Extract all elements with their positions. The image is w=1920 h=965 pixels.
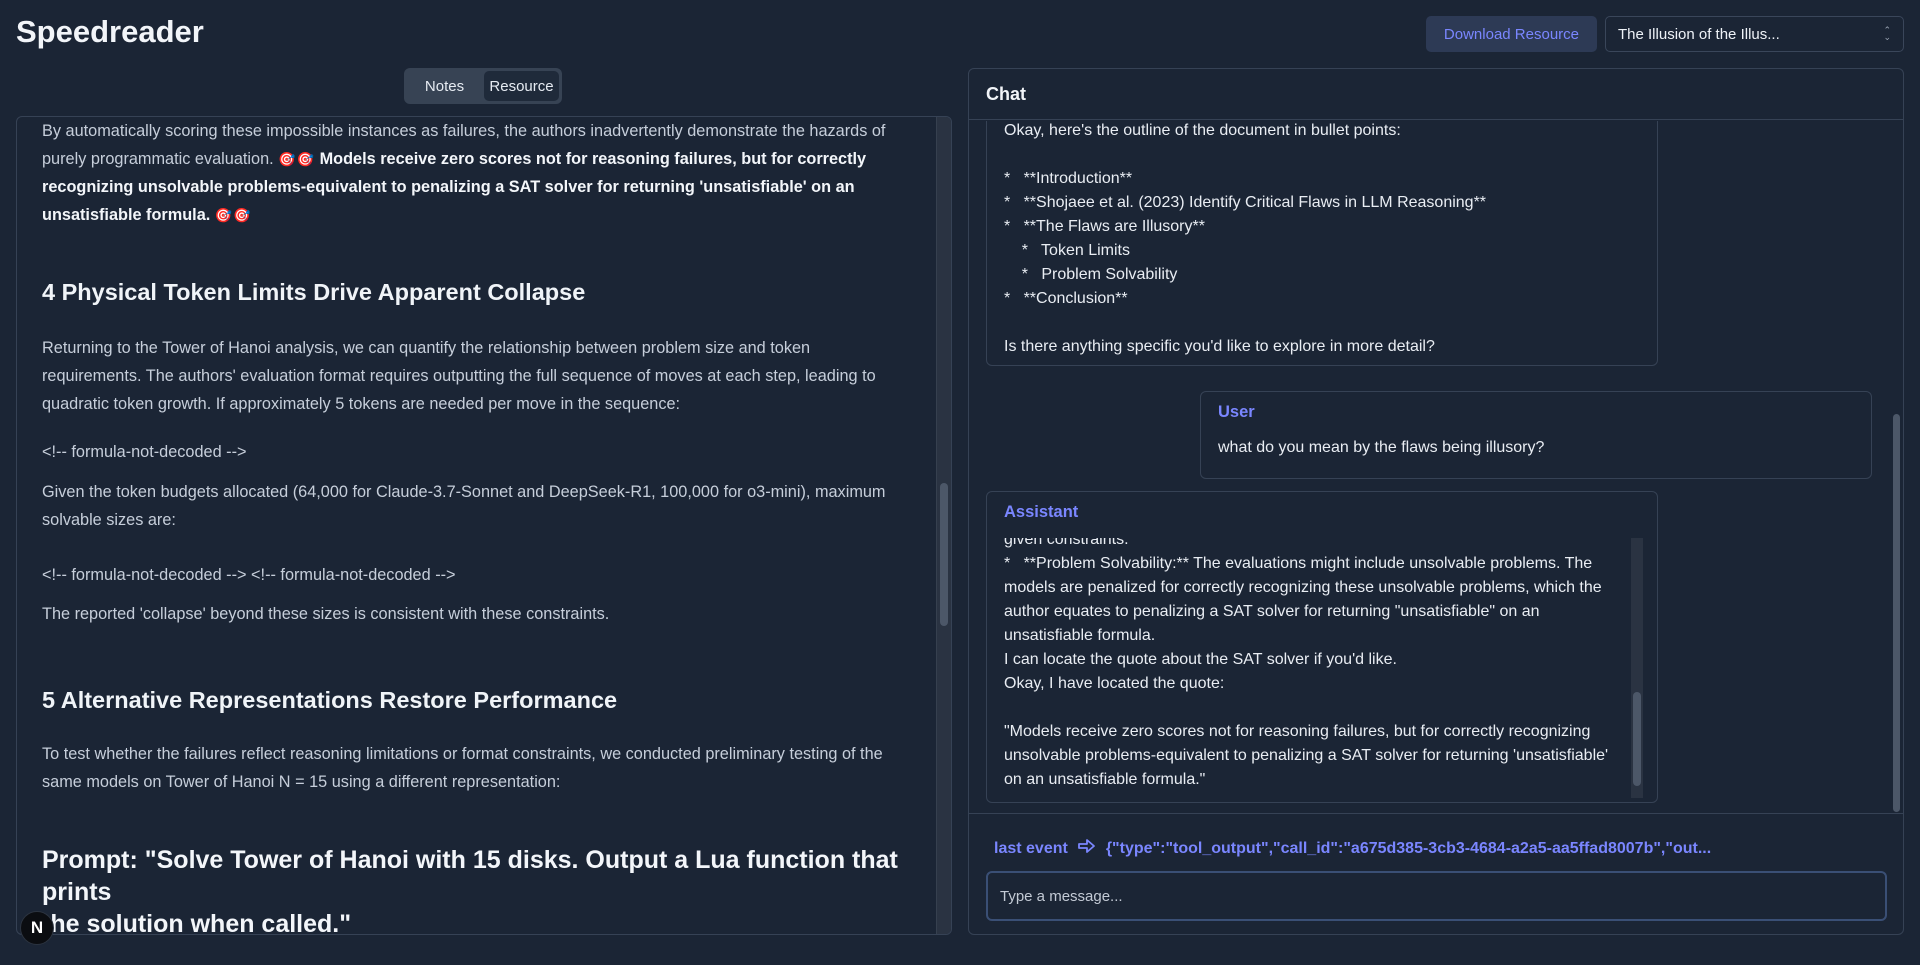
paragraph: The reported 'collapse' beyond these siz… [42, 605, 610, 623]
message-line: unsolvable problems-equivalent to penali… [1004, 747, 1609, 764]
heading-line: Prompt: "Solve Tower of Hanoi with 15 di… [42, 846, 898, 906]
message-body-scroll[interactable]: given constraints. * **Problem Solvabilit… [1004, 538, 1626, 798]
chat-footer: last event {"type":"tool_output","call_i… [969, 813, 1903, 934]
message-line: unsatisfiable formula. [1004, 627, 1156, 644]
paragraph-line: recognizing unsolvable problems-equivale… [42, 173, 922, 201]
document-select-value: The Illusion of the Illus... [1618, 25, 1780, 43]
last-event-label: last event [994, 839, 1068, 857]
chat-scrollbar-thumb[interactable] [1893, 414, 1900, 812]
message-body: given constraints. * **Problem Solvabilit… [1004, 538, 1608, 792]
message-role: User [1218, 403, 1255, 421]
paragraph-line: purely programmatic evaluation. 🎯🎯 Model… [42, 145, 922, 173]
message-line: models are penalized for correctly recog… [1004, 579, 1602, 596]
message-scrollbar-thumb[interactable] [1633, 692, 1641, 786]
last-event: last event {"type":"tool_output","call_i… [994, 838, 1874, 859]
paragraph-line: By automatically scoring these impossibl… [42, 122, 886, 140]
document-viewer[interactable]: By automatically scoring these impossibl… [16, 116, 952, 935]
chat-messages[interactable]: Okay, here's the outline of the document… [969, 121, 1903, 813]
document-scrollbar-thumb[interactable] [940, 483, 948, 626]
bold-text: recognizing unsolvable problems-equivale… [42, 178, 855, 196]
section-heading: 4 Physical Token Limits Drive Apparent C… [42, 279, 586, 305]
message-line: * **Conclusion** [1004, 290, 1128, 307]
paragraph-line: Given the token budgets allocated (64,00… [42, 483, 886, 501]
paragraph-line: quadratic token growth. If approximately… [42, 395, 681, 413]
message-line: I can locate the quote about the SAT sol… [1004, 651, 1397, 668]
paragraph: By automatically scoring these impossibl… [42, 117, 922, 229]
paragraph: To test whether the failures reflect rea… [42, 740, 922, 796]
target-emoji-icon: 🎯🎯 [214, 207, 252, 223]
heading-line: the solution when called." [42, 910, 352, 935]
n-logo-icon[interactable]: N [20, 911, 54, 945]
paragraph-line: unsatisfiable formula. 🎯🎯 [42, 201, 922, 229]
paragraph-line: Returning to the Tower of Hanoi analysis… [42, 339, 811, 357]
formula-placeholder: <!-- formula-not-decoded --> <!-- formul… [42, 566, 456, 584]
assistant-message: Okay, here's the outline of the document… [986, 121, 1658, 366]
message-line [1004, 143, 1486, 167]
document-select[interactable]: The Illusion of the Illus... ⌃ ⌄ [1605, 16, 1904, 52]
header-actions: Download Resource The Illusion of the Il… [1425, 16, 1904, 52]
chat-panel: Chat Okay, here's the outline of the doc… [968, 68, 1904, 935]
paragraph: Given the token budgets allocated (64,00… [42, 478, 922, 534]
view-tabs: Notes Resource [404, 68, 562, 104]
assistant-message: Assistant given constraints. * **Problem … [986, 491, 1658, 803]
paragraph-line: same models on Tower of Hanoi N = 15 usi… [42, 773, 561, 791]
message-line: Is there anything specific you'd like to… [1004, 338, 1435, 355]
paragraph-line: To test whether the failures reflect rea… [42, 745, 883, 763]
target-emoji-icon: 🎯🎯 [278, 151, 316, 167]
chevron-up-down-icon: ⌃ ⌄ [1883, 25, 1891, 42]
message-text: what do you mean by the flaws being illu… [1218, 439, 1545, 456]
paragraph: Returning to the Tower of Hanoi analysis… [42, 334, 922, 418]
arrow-right-icon [1077, 838, 1096, 859]
last-event-value: {"type":"tool_output","call_id":"a675d38… [1105, 839, 1712, 857]
tab-notes[interactable]: Notes [407, 71, 482, 101]
paragraph-line: requirements. The authors' evaluation fo… [42, 367, 876, 385]
paragraph-line: solvable sizes are: [42, 511, 176, 529]
app-title: Speedreader [16, 14, 204, 49]
section-heading: 5 Alternative Representations Restore Pe… [42, 687, 618, 713]
tab-resource[interactable]: Resource [484, 71, 559, 101]
message-line: * **Introduction** [1004, 170, 1133, 187]
message-line: "Models receive zero scores not for reas… [1004, 723, 1591, 740]
message-line [1004, 696, 1608, 720]
message-line: on an unsatisfiable formula." [1004, 771, 1206, 788]
bold-text: unsatisfiable formula. [42, 206, 211, 224]
user-message: User what do you mean by the flaws being… [1200, 391, 1872, 479]
message-line: Okay, here's the outline of the document… [1004, 122, 1401, 139]
chat-title: Chat [969, 69, 1903, 120]
download-resource-button[interactable]: Download Resource [1425, 16, 1597, 52]
message-role: Assistant [1004, 503, 1079, 521]
message-line: Okay, I have located the quote: [1004, 675, 1225, 692]
formula-placeholder: <!-- formula-not-decoded --> [42, 443, 247, 461]
paragraph-text: purely programmatic evaluation. [42, 150, 274, 168]
message-input[interactable] [986, 871, 1887, 921]
message-line: author equates to penalizing a SAT solve… [1004, 603, 1540, 620]
message-line: given constraints. [1004, 538, 1129, 548]
message-body: Okay, here's the outline of the document… [1004, 121, 1486, 359]
message-line: * **The Flaws are Illusory** [1004, 218, 1205, 235]
message-line: * **Problem Solvability:** The evaluatio… [1004, 555, 1593, 572]
message-line: * Token Limits [1004, 242, 1130, 259]
bold-text: Models receive zero scores not for reaso… [319, 150, 867, 168]
prompt-heading: Prompt: "Solve Tower of Hanoi with 15 di… [42, 844, 922, 935]
message-line [1004, 311, 1486, 335]
message-line: * Problem Solvability [1004, 266, 1178, 283]
message-line: * **Shojaee et al. (2023) Identify Criti… [1004, 194, 1487, 211]
